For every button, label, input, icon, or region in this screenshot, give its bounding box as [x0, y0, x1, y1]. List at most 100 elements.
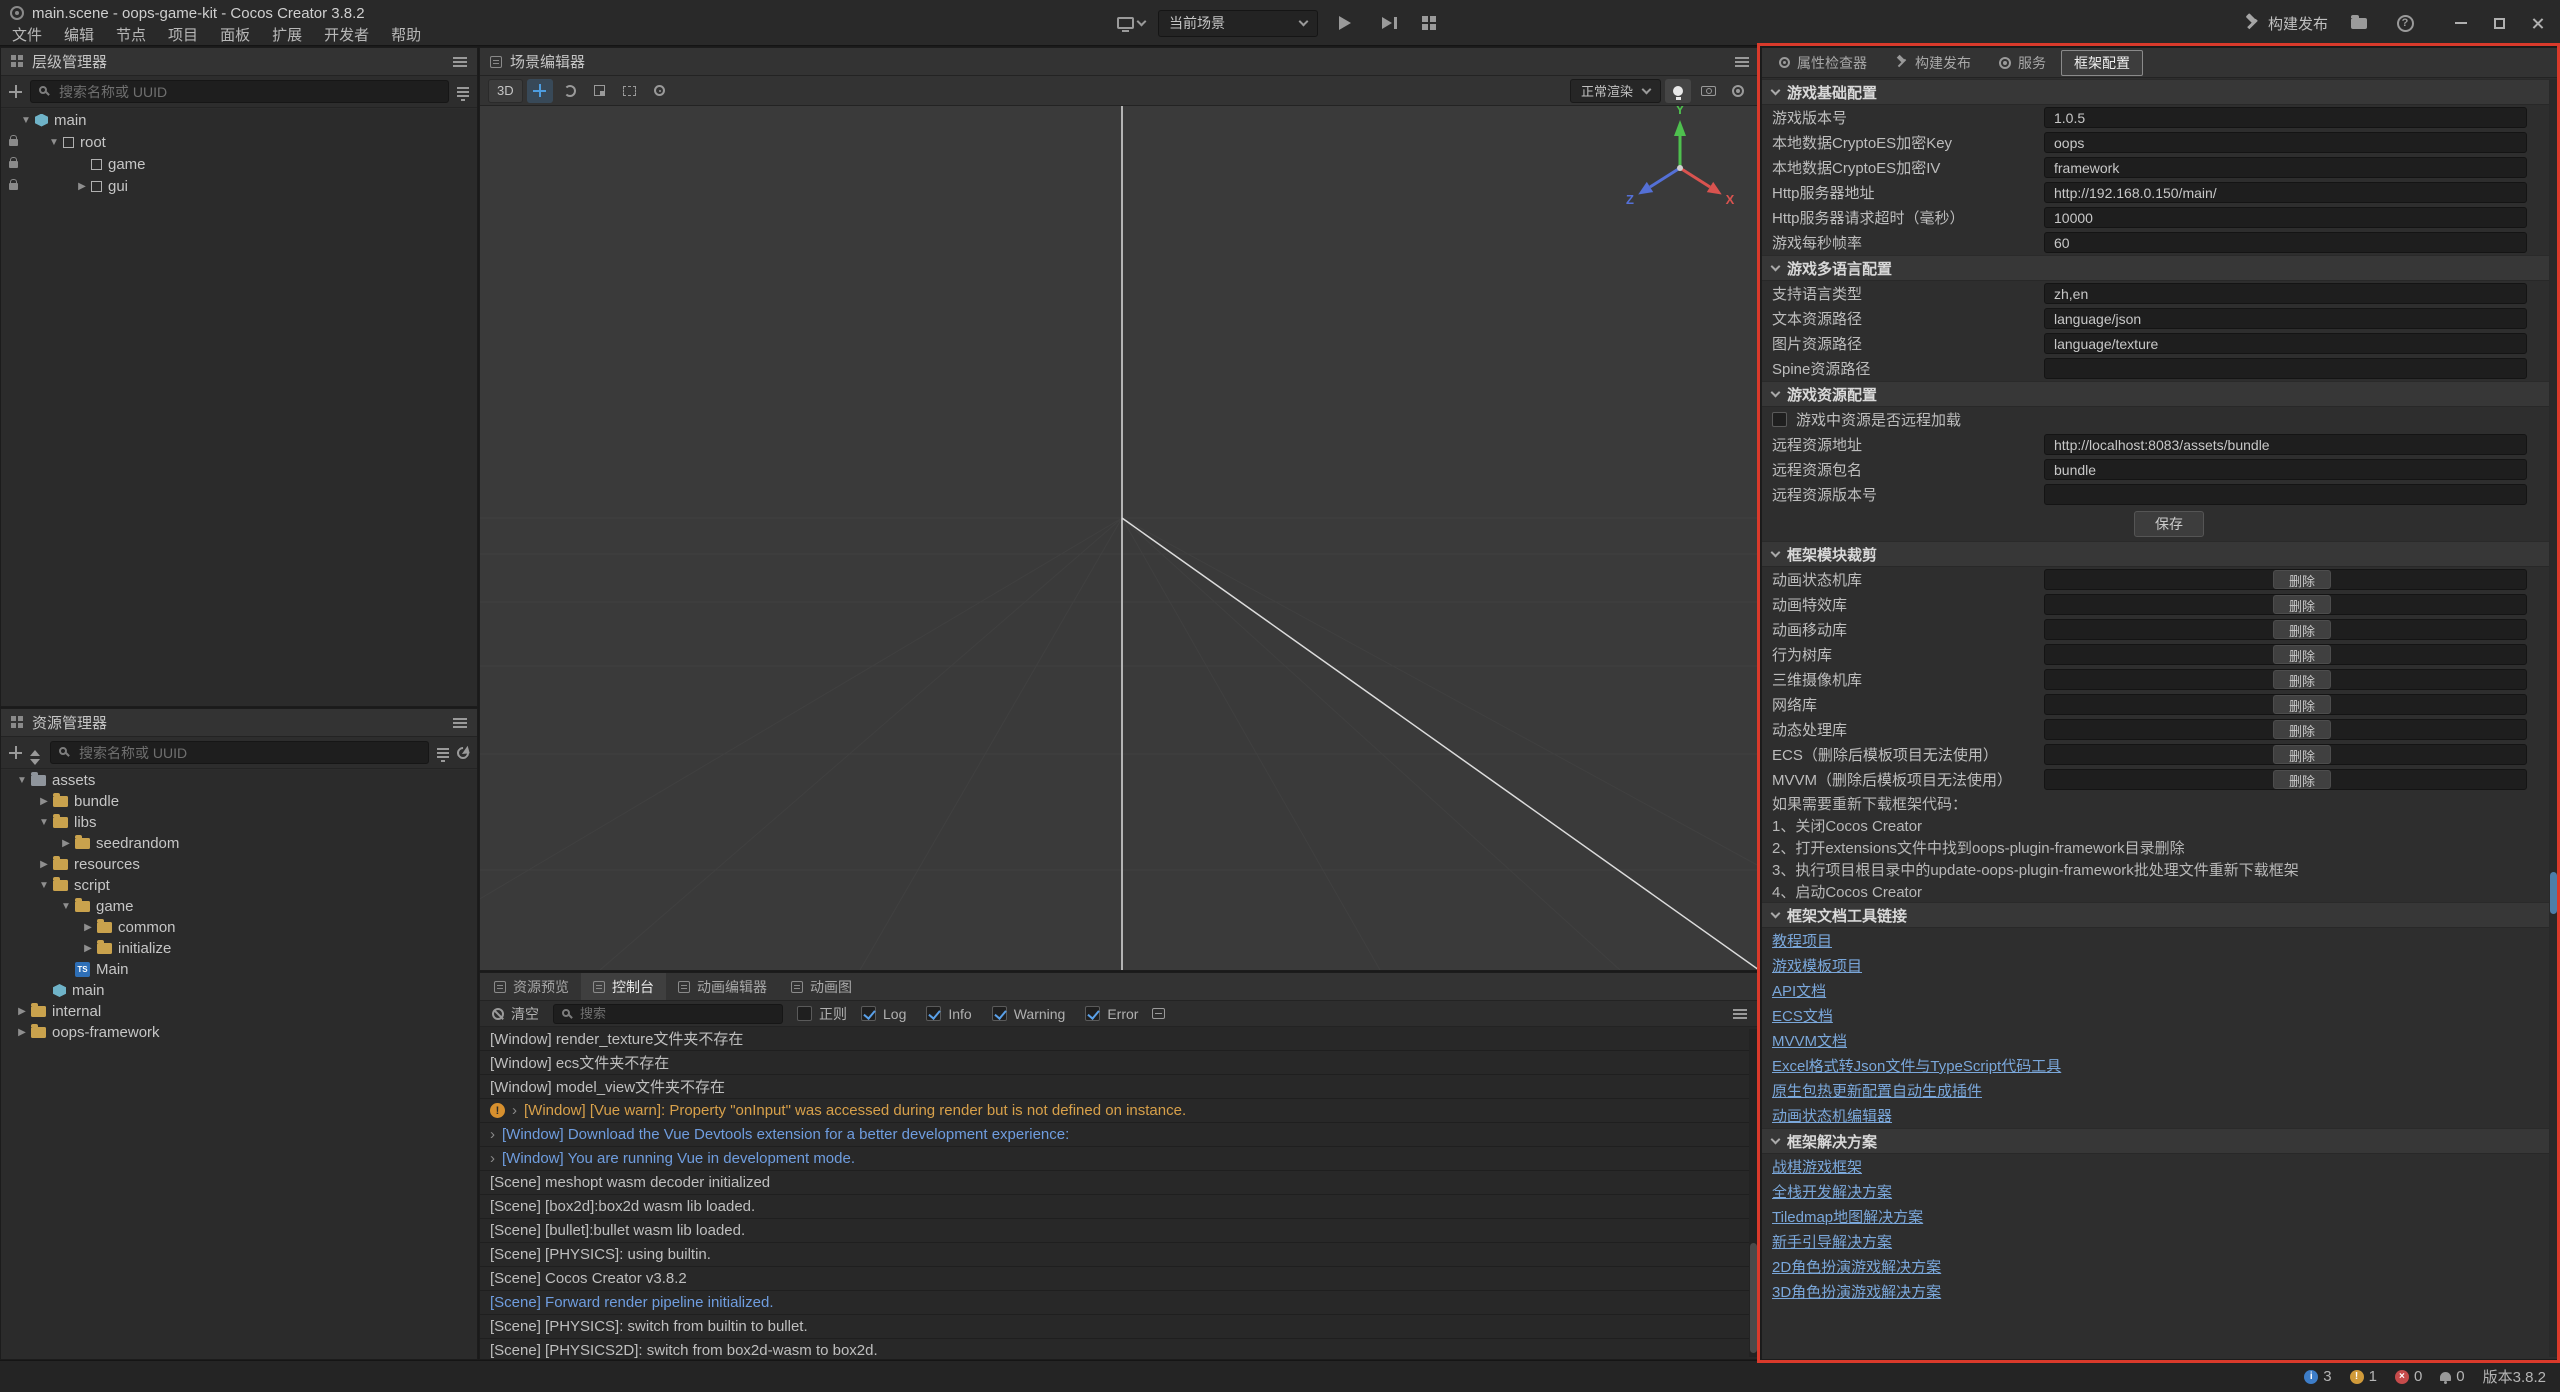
notification-count[interactable]: 0 — [2440, 1368, 2464, 1385]
menu-item[interactable]: 面板 — [220, 24, 250, 45]
expand-arrow[interactable]: ▶ — [13, 1006, 31, 1017]
delete-button[interactable]: 删除 — [2273, 720, 2331, 739]
expand-arrow[interactable]: ▼ — [17, 115, 35, 126]
property-input[interactable] — [2044, 308, 2527, 329]
console-filter[interactable]: Error — [1085, 1006, 1138, 1022]
asset-node[interactable]: ▼libs — [1, 812, 477, 833]
preview-target-button[interactable] — [1116, 9, 1146, 37]
scale-tool-button[interactable] — [587, 79, 613, 103]
info-count[interactable]: 3 — [2304, 1368, 2331, 1385]
doc-link[interactable]: MVVM文档 — [1772, 1030, 1847, 1051]
checkbox[interactable] — [1772, 412, 1787, 427]
section-header[interactable]: 框架文档工具链接 — [1762, 902, 2559, 928]
console-log-row[interactable]: [Window] ecs文件夹不存在 — [480, 1051, 1759, 1075]
lock-icon[interactable] — [9, 139, 18, 146]
doc-link[interactable]: 教程项目 — [1772, 930, 1832, 951]
hierarchy-node[interactable]: game — [1, 153, 477, 175]
play-button[interactable] — [1330, 9, 1360, 37]
console-log-row[interactable]: [Scene] [PHYSICS]: switch from builtin t… — [480, 1315, 1759, 1339]
hierarchy-node[interactable]: ▶gui — [1, 175, 477, 197]
inspector-tab[interactable]: 服务 — [1986, 50, 2059, 76]
regex-filter[interactable]: 正则 — [797, 1004, 847, 1024]
save-button[interactable]: 保存 — [2134, 511, 2204, 537]
asset-node[interactable]: ▶seedrandom — [1, 833, 477, 854]
hierarchy-node[interactable]: ▼root — [1, 131, 477, 153]
expand-arrow[interactable]: ▶ — [13, 1027, 31, 1038]
property-input[interactable] — [2044, 358, 2527, 379]
delete-button[interactable]: 删除 — [2273, 670, 2331, 689]
step-button[interactable] — [1372, 9, 1402, 37]
error-count[interactable]: 0 — [2395, 1368, 2422, 1385]
light-toggle-button[interactable] — [1665, 79, 1691, 103]
asset-node[interactable]: ▼assets — [1, 770, 477, 791]
delete-button[interactable]: 删除 — [2273, 595, 2331, 614]
menu-item[interactable]: 帮助 — [391, 24, 421, 45]
expand-arrow[interactable]: ▶ — [73, 181, 91, 192]
console-log-row[interactable]: ›[Window] Download the Vue Devtools exte… — [480, 1123, 1759, 1147]
doc-link[interactable]: API文档 — [1772, 980, 1826, 1001]
section-header[interactable]: 游戏资源配置 — [1762, 381, 2559, 407]
section-header[interactable]: 框架解决方案 — [1762, 1128, 2559, 1154]
menu-item[interactable]: 文件 — [12, 24, 42, 45]
inspector-tab[interactable]: 构建发布 — [1882, 50, 1984, 76]
panel-menu-icon[interactable] — [1733, 1013, 1747, 1015]
build-publish-button[interactable]: 构建发布 — [2243, 13, 2328, 34]
asset-node[interactable]: ▼script — [1, 875, 477, 896]
menu-item[interactable]: 开发者 — [324, 24, 369, 45]
console-log-row[interactable]: [Scene] Cocos Creator v3.8.2 — [480, 1267, 1759, 1291]
doc-link[interactable]: Excel格式转Json文件与TypeScript代码工具 — [1772, 1055, 2061, 1076]
menu-item[interactable]: 节点 — [116, 24, 146, 45]
doc-link[interactable]: 3D角色扮演游戏解决方案 — [1772, 1281, 1941, 1302]
delete-button[interactable]: 删除 — [2273, 645, 2331, 664]
expand-arrow[interactable]: ▶ — [35, 796, 53, 807]
lock-icon[interactable] — [9, 161, 18, 168]
panel-menu-icon[interactable] — [453, 61, 467, 63]
camera-settings-button[interactable] — [1695, 79, 1721, 103]
lock-icon[interactable] — [9, 183, 18, 190]
menu-item[interactable]: 扩展 — [272, 24, 302, 45]
console-log-row[interactable]: [Scene] meshopt wasm decoder initialized — [480, 1171, 1759, 1195]
console-log-row[interactable]: [Scene] [bullet]:bullet wasm lib loaded. — [480, 1219, 1759, 1243]
property-input[interactable] — [2044, 333, 2527, 354]
console-log-row[interactable]: [Window] render_texture文件夹不存在 — [480, 1027, 1759, 1051]
inspector-tab[interactable]: 框架配置 — [2061, 50, 2143, 76]
scene-settings-button[interactable] — [1725, 79, 1751, 103]
doc-link[interactable]: 战棋游戏框架 — [1772, 1156, 1862, 1177]
asset-node[interactable]: ▶common — [1, 917, 477, 938]
doc-link[interactable]: 2D角色扮演游戏解决方案 — [1772, 1256, 1941, 1277]
refresh-icon[interactable] — [455, 744, 472, 761]
property-input[interactable] — [2044, 157, 2527, 178]
console-log-row[interactable]: [Scene] Forward render pipeline initiali… — [480, 1291, 1759, 1315]
console-filter[interactable]: Info — [926, 1006, 971, 1022]
tab-scene-editor[interactable]: 场景编辑器 — [490, 51, 585, 72]
expand-arrow[interactable]: ▼ — [35, 880, 53, 891]
menu-item[interactable]: 编辑 — [64, 24, 94, 45]
asset-node[interactable]: ▶oops-framework — [1, 1022, 477, 1043]
warning-count[interactable]: 1 — [2350, 1368, 2377, 1385]
console-log-row[interactable]: ›[Window] You are running Vue in develop… — [480, 1147, 1759, 1171]
console-log-row[interactable]: [Scene] [PHYSICS]: using builtin. — [480, 1243, 1759, 1267]
asset-node[interactable]: ▼game — [1, 896, 477, 917]
scene-viewport[interactable]: Y X Z — [480, 106, 1759, 970]
console-log-row[interactable]: [Scene] [PHYSICS2D]: switch from box2d-w… — [480, 1339, 1759, 1359]
doc-link[interactable]: 新手引导解决方案 — [1772, 1231, 1892, 1252]
scrollbar-thumb[interactable] — [1750, 1243, 1757, 1353]
hierarchy-search-input[interactable] — [30, 80, 449, 103]
console-tab[interactable]: 控制台 — [581, 973, 666, 1000]
doc-link[interactable]: 动画状态机编辑器 — [1772, 1105, 1892, 1126]
scrollbar-thumb[interactable] — [2550, 872, 2557, 914]
add-asset-icon[interactable] — [9, 746, 22, 759]
console-tab[interactable]: 动画图 — [779, 973, 864, 1000]
delete-button[interactable]: 删除 — [2273, 770, 2331, 789]
expand-arrow[interactable]: ▼ — [13, 775, 31, 786]
property-input[interactable] — [2044, 132, 2527, 153]
expand-arrow[interactable]: ▼ — [45, 137, 63, 148]
move-tool-button[interactable] — [527, 79, 553, 103]
layout-button[interactable] — [1414, 9, 1444, 37]
console-scrollbar[interactable] — [1749, 1029, 1758, 1357]
rotate-tool-button[interactable] — [557, 79, 583, 103]
property-input[interactable] — [2044, 283, 2527, 304]
console-log-row[interactable]: [Scene] [box2d]:box2d wasm lib loaded. — [480, 1195, 1759, 1219]
asset-node[interactable]: ▶internal — [1, 1001, 477, 1022]
expand-chevron-icon[interactable]: › — [490, 1151, 495, 1166]
